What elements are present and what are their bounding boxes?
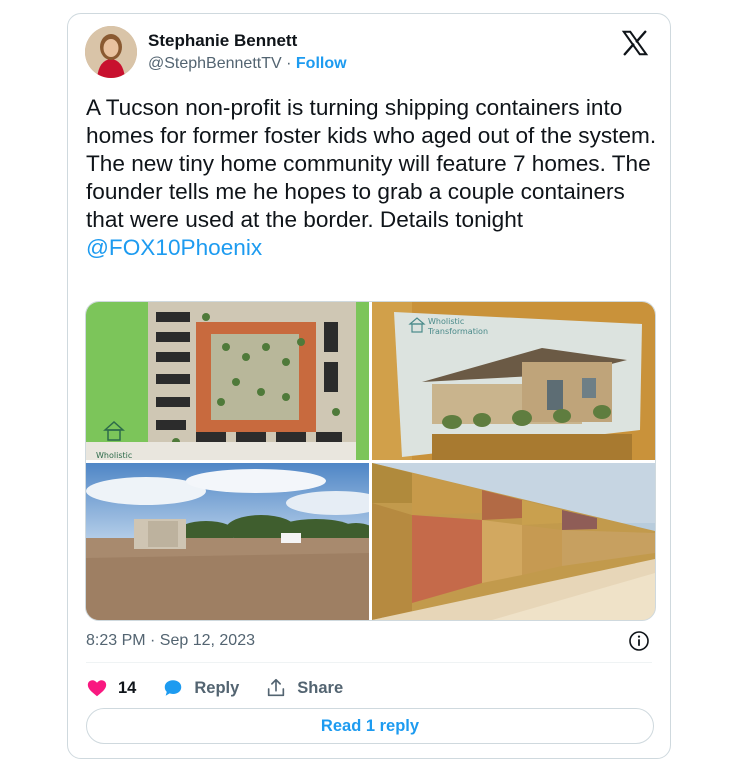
reply-label: Reply	[194, 678, 240, 697]
photo-house-rendering[interactable]: Wholistic Transformation	[372, 302, 655, 460]
like-count: 14	[118, 678, 137, 697]
action-bar: 14 Reply Share	[86, 674, 369, 702]
media-grid: Wholistic Wholistic Transformation	[85, 301, 656, 621]
handle-separator: ·	[286, 55, 292, 72]
photo2-logo-text-1: Wholistic	[428, 317, 464, 326]
info-icon[interactable]	[628, 630, 650, 652]
follow-button[interactable]: Follow	[296, 55, 347, 72]
mention-link[interactable]: @FOX10Phoenix	[86, 235, 262, 260]
author-handle[interactable]: @StephBennettTV	[148, 55, 282, 72]
reply-button[interactable]: Reply	[162, 677, 239, 699]
photo-container-wall[interactable]	[372, 463, 655, 620]
avatar[interactable]	[85, 26, 137, 78]
heart-icon	[87, 680, 107, 697]
photo-site-plan[interactable]: Wholistic	[86, 302, 369, 460]
share-label: Share	[297, 678, 344, 697]
tweet-body: A Tucson non-profit is turning shipping …	[86, 95, 662, 232]
author-handle-row: @StephBennettTV · Follow	[148, 55, 347, 73]
photo2-logo-text-2: Transformation	[427, 327, 488, 336]
reply-bubble-icon	[165, 680, 182, 696]
tweet-card: Stephanie Bennett @StephBennettTV · Foll…	[67, 13, 671, 759]
author-name[interactable]: Stephanie Bennett	[148, 31, 297, 51]
x-logo-icon[interactable]	[620, 28, 650, 58]
photo-desert-lot[interactable]	[86, 463, 369, 620]
divider	[86, 662, 652, 663]
photo1-logo-text: Wholistic	[96, 451, 132, 460]
like-button[interactable]: 14	[86, 677, 136, 699]
tweet-timestamp[interactable]: 8:23 PM · Sep 12, 2023	[86, 632, 255, 650]
share-button[interactable]: Share	[265, 677, 343, 699]
share-icon	[268, 678, 285, 697]
read-replies-button[interactable]: Read 1 reply	[86, 708, 654, 744]
tweet-text: A Tucson non-profit is turning shipping …	[86, 94, 666, 262]
